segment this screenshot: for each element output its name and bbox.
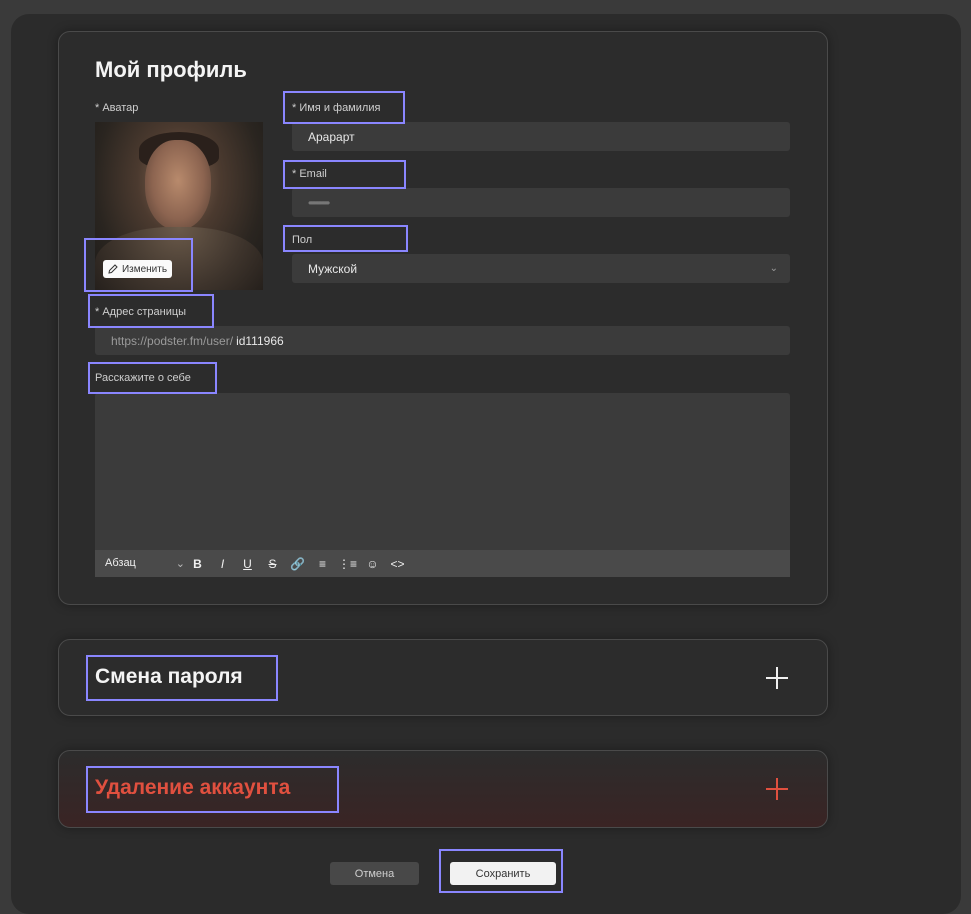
code-icon[interactable]: <> bbox=[385, 557, 410, 571]
highlight-about-label bbox=[88, 362, 217, 394]
highlight-gender-label bbox=[283, 225, 408, 252]
highlight-save-button bbox=[439, 849, 563, 893]
bulleted-list-icon[interactable]: ⋮≡ bbox=[335, 557, 360, 571]
gender-select[interactable]: Мужской ⌄ bbox=[292, 254, 790, 283]
name-field[interactable]: Арарарт bbox=[292, 122, 790, 151]
page-address-field[interactable]: https://podster.fm/user/ id111966 bbox=[95, 326, 790, 355]
highlight-change-avatar bbox=[84, 238, 193, 292]
highlight-page-address-label bbox=[88, 294, 214, 328]
block-type-select[interactable]: Абзац ⌄ bbox=[95, 557, 185, 570]
name-value: Арарарт bbox=[308, 129, 355, 144]
gender-value: Мужской bbox=[308, 261, 358, 276]
underline-icon[interactable]: U bbox=[235, 557, 260, 571]
highlight-email-label bbox=[283, 160, 406, 189]
email-field[interactable]: •••••••••••••••• bbox=[292, 188, 790, 217]
italic-icon[interactable]: I bbox=[210, 557, 235, 571]
bold-icon[interactable]: B bbox=[185, 557, 210, 571]
editor-toolbar: Абзац ⌄ B I U S 🔗 ≡ ⋮≡ ☺ <> bbox=[95, 550, 790, 577]
highlight-delete-account-title bbox=[86, 766, 339, 813]
email-value: •••••••••••••••• bbox=[308, 195, 330, 210]
strikethrough-icon[interactable]: S bbox=[260, 557, 285, 571]
about-textarea[interactable] bbox=[95, 393, 790, 550]
numbered-list-icon[interactable]: ≡ bbox=[310, 557, 335, 571]
page-address-prefix: https://podster.fm/user/ bbox=[111, 333, 234, 348]
page-address-value: id111966 bbox=[236, 333, 284, 348]
highlight-change-password-title bbox=[86, 655, 278, 701]
block-type-value: Абзац bbox=[105, 557, 136, 569]
avatar-face bbox=[145, 140, 211, 230]
avatar-label: * Аватар bbox=[95, 102, 139, 114]
cancel-button[interactable]: Отмена bbox=[330, 862, 419, 885]
page-title: Мой профиль bbox=[95, 57, 247, 82]
plus-icon[interactable] bbox=[766, 666, 790, 690]
emoji-icon[interactable]: ☺ bbox=[360, 557, 385, 571]
chevron-down-icon: ⌄ bbox=[175, 558, 185, 570]
chevron-down-icon: ⌄ bbox=[769, 263, 778, 274]
link-icon[interactable]: 🔗 bbox=[285, 557, 310, 571]
plus-icon[interactable] bbox=[766, 777, 790, 801]
highlight-name-label bbox=[283, 91, 405, 124]
